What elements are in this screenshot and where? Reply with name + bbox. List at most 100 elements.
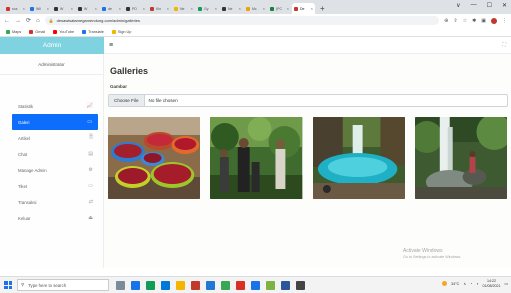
- star-icon[interactable]: ☆: [463, 18, 467, 24]
- coffee-cherries-photo: [108, 117, 201, 199]
- back-icon[interactable]: ←: [4, 18, 10, 24]
- reading-list-icon[interactable]: ▣: [481, 18, 486, 24]
- close-window-icon[interactable]: ✕: [502, 2, 507, 9]
- browser-tab[interactable]: W ×: [52, 3, 75, 14]
- tab-close-icon[interactable]: ×: [71, 6, 73, 11]
- browser-tab[interactable]: Wil ×: [28, 3, 51, 14]
- taskbar-app-icon[interactable]: [281, 280, 290, 290]
- install-icon[interactable]: ⊕: [444, 18, 448, 24]
- browser-tab[interactable]: Ne ×: [172, 3, 195, 14]
- taskbar-search[interactable]: ⚲ Type here to search: [17, 279, 109, 291]
- bookmark-item[interactable]: Sign Up: [111, 29, 131, 34]
- sidebar-item-statistik[interactable]: Statistik 📈: [0, 98, 103, 114]
- tab-close-icon[interactable]: ×: [263, 6, 265, 11]
- user-name: Administrator: [38, 61, 65, 67]
- tab-close-icon[interactable]: ×: [47, 6, 49, 11]
- maximize-icon[interactable]: ☐: [487, 2, 492, 9]
- speaker-icon[interactable]: ◖: [476, 282, 478, 286]
- taskbar-clock[interactable]: 14:22 01/08/2021: [483, 279, 501, 288]
- tab-close-icon[interactable]: ×: [143, 6, 145, 11]
- sidebar-item-label: Tiket: [18, 183, 28, 189]
- taskbar-app-icon[interactable]: [296, 280, 305, 290]
- taskbar-app-icon[interactable]: [116, 280, 125, 290]
- browser-tab[interactable]: Mc ×: [244, 3, 267, 14]
- extension-icon[interactable]: ✱: [472, 18, 476, 24]
- file-input[interactable]: Choose File No file chosen: [108, 94, 508, 107]
- choose-file-button[interactable]: Choose File: [109, 95, 145, 106]
- tab-close-icon[interactable]: ×: [95, 6, 97, 11]
- fullscreen-icon[interactable]: ⛶: [502, 42, 506, 48]
- tab-search-icon[interactable]: ∨: [456, 2, 460, 9]
- browser-tab[interactable]: Ne ×: [220, 3, 243, 14]
- browser-tab[interactable]: Gy ×: [196, 3, 219, 14]
- browser-tab[interactable]: (PC ×: [268, 3, 291, 14]
- tab-close-icon[interactable]: ×: [239, 6, 241, 11]
- sidebar-item-label: Keluar: [18, 215, 31, 221]
- profile-avatar[interactable]: [491, 17, 497, 24]
- taskbar-app-icon[interactable]: [266, 280, 275, 290]
- new-tab-button[interactable]: +: [320, 3, 325, 14]
- url-text: desawisatamegamendung.com/admin/gallerie…: [56, 18, 141, 23]
- sidebar-item-manage-admin[interactable]: Manage Admin ⚙: [0, 162, 103, 178]
- tab-favicon-icon: [222, 6, 226, 11]
- notification-icon[interactable]: ▭: [505, 282, 508, 286]
- hamburger-menu-icon[interactable]: ≡: [109, 42, 113, 49]
- address-bar[interactable]: 🔒 desawisatamegamendung.com/admin/galler…: [44, 16, 440, 25]
- reload-icon[interactable]: ⟳: [26, 17, 31, 24]
- bookmark-icon: [82, 29, 87, 34]
- browser-tab[interactable]: sos ×: [4, 3, 27, 14]
- sidebar-item-artikel[interactable]: Artikel 🗎: [0, 130, 103, 146]
- tab-close-icon[interactable]: ×: [287, 6, 289, 11]
- bookmark-item[interactable]: Gmail: [29, 29, 45, 34]
- taskbar-app-icon[interactable]: [131, 280, 140, 290]
- taskbar-app-icon[interactable]: [221, 280, 230, 290]
- taskbar-app-icon[interactable]: [146, 280, 155, 290]
- browser-tab[interactable]: W ×: [76, 3, 99, 14]
- tray-chevron-icon[interactable]: ∧: [463, 282, 466, 286]
- sidebar-item-chat[interactable]: Chat ▤: [0, 146, 103, 162]
- menu-dots-icon[interactable]: ⋮: [502, 18, 507, 24]
- forward-icon[interactable]: →: [15, 18, 21, 24]
- browser-tab[interactable]: Kin ×: [148, 3, 171, 14]
- tab-favicon-icon: [102, 6, 106, 11]
- sidebar-item-tiket[interactable]: Tiket ▭: [0, 178, 103, 194]
- tab-close-icon[interactable]: ×: [119, 6, 121, 11]
- browser-tab[interactable]: de ×: [100, 3, 123, 14]
- windows-start-icon[interactable]: [3, 280, 13, 290]
- bookmark-icon: [111, 29, 116, 34]
- sidebar-item-transaksi[interactable]: Transaksi ⇄: [0, 194, 103, 210]
- taskbar-app-icon[interactable]: [176, 280, 185, 290]
- bookmark-item[interactable]: Maps: [6, 29, 21, 34]
- tab-close-icon[interactable]: ×: [311, 6, 313, 11]
- taskbar-app-icon[interactable]: [191, 280, 200, 290]
- taskbar-app-icon[interactable]: [161, 280, 170, 290]
- taskbar-app-icon[interactable]: [236, 280, 245, 290]
- tab-close-icon[interactable]: ×: [23, 6, 25, 11]
- windows-taskbar: ⚲ Type here to search 34°C ∧ ◔ ◖ 14:22 0…: [0, 276, 511, 293]
- minimize-icon[interactable]: —: [471, 2, 477, 9]
- bookmark-item[interactable]: YouTube: [53, 29, 74, 34]
- gallery-image-coffee-garden[interactable]: [210, 117, 303, 199]
- weather-icon[interactable]: [442, 281, 448, 286]
- wifi-icon[interactable]: ◔: [470, 282, 472, 286]
- top-navbar: ≡ ⛶: [104, 37, 511, 54]
- share-icon[interactable]: ⇪: [453, 18, 457, 24]
- home-icon[interactable]: ⌂: [36, 18, 40, 24]
- sidebar-item-keluar[interactable]: Keluar ⏏: [0, 210, 103, 226]
- tab-close-icon[interactable]: ×: [191, 6, 193, 11]
- tab-label: Ne: [180, 6, 185, 11]
- bookmark-item[interactable]: Translate: [82, 29, 104, 34]
- taskbar-app-icon[interactable]: [206, 280, 215, 290]
- gear-icon: ⚙: [88, 167, 93, 173]
- taskbar-app-icon[interactable]: [251, 280, 260, 290]
- sidebar-item-galeri[interactable]: Galeri ▭: [12, 114, 98, 130]
- watermark-subtitle: Go to Settings to activate Windows.: [403, 255, 462, 259]
- sidebar-item-label: Artikel: [18, 135, 30, 141]
- browser-tab[interactable]: De ×: [292, 3, 315, 14]
- gallery-image-coffee-cherries[interactable]: [108, 117, 201, 199]
- browser-tab[interactable]: PD ×: [124, 3, 147, 14]
- tab-close-icon[interactable]: ×: [215, 6, 217, 11]
- gallery-image-blue-lagoon[interactable]: [312, 117, 405, 199]
- tab-close-icon[interactable]: ×: [167, 6, 169, 11]
- gallery-image-waterfall[interactable]: [414, 117, 507, 199]
